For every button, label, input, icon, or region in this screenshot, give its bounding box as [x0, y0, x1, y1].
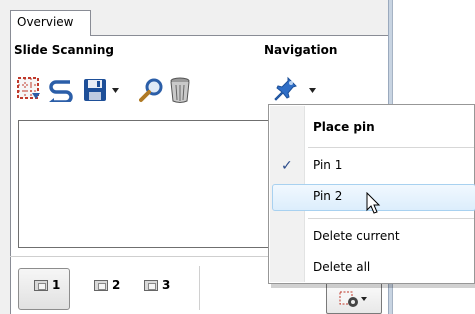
slot-separator — [199, 266, 200, 310]
save-icon[interactable] — [83, 78, 107, 102]
tab-overview-label: Overview — [17, 15, 74, 29]
pin-icon[interactable] — [274, 76, 298, 102]
slot-1[interactable]: 1 — [34, 278, 60, 292]
slot-1-label: 1 — [52, 278, 61, 292]
navigation-title: Navigation — [264, 43, 338, 57]
slot-2[interactable]: 2 — [94, 278, 120, 292]
checkmark-icon: ✓ — [281, 158, 293, 174]
slide-icon — [34, 279, 48, 291]
menu-item-delete-all[interactable]: Delete all — [313, 260, 370, 274]
save-dropdown-icon[interactable] — [112, 88, 120, 94]
menu-separator — [308, 218, 474, 219]
menu-separator — [308, 147, 474, 148]
pin-dropdown-icon[interactable] — [309, 88, 317, 94]
slot-2-label: 2 — [112, 278, 121, 292]
slide-scanning-title: Slide Scanning — [14, 43, 114, 57]
trash-icon[interactable] — [168, 76, 192, 104]
rotate-icon[interactable] — [48, 78, 74, 102]
slot-3-label: 3 — [162, 278, 171, 292]
tab-overview[interactable]: Overview — [10, 10, 91, 36]
slide-icon — [144, 279, 158, 291]
mouse-cursor-icon — [366, 192, 381, 214]
scan-area-icon[interactable] — [17, 77, 41, 101]
menu-item-pin-2[interactable]: Pin 2 — [313, 189, 342, 203]
menu-header: Place pin — [313, 120, 375, 134]
magnifier-icon[interactable] — [139, 77, 165, 103]
slide-icon — [94, 279, 108, 291]
slot-3[interactable]: 3 — [144, 278, 170, 292]
grid-settings-icon — [339, 291, 367, 307]
menu-item-delete-current[interactable]: Delete current — [313, 229, 400, 243]
menu-item-pin-1[interactable]: Pin 1 — [313, 158, 342, 172]
